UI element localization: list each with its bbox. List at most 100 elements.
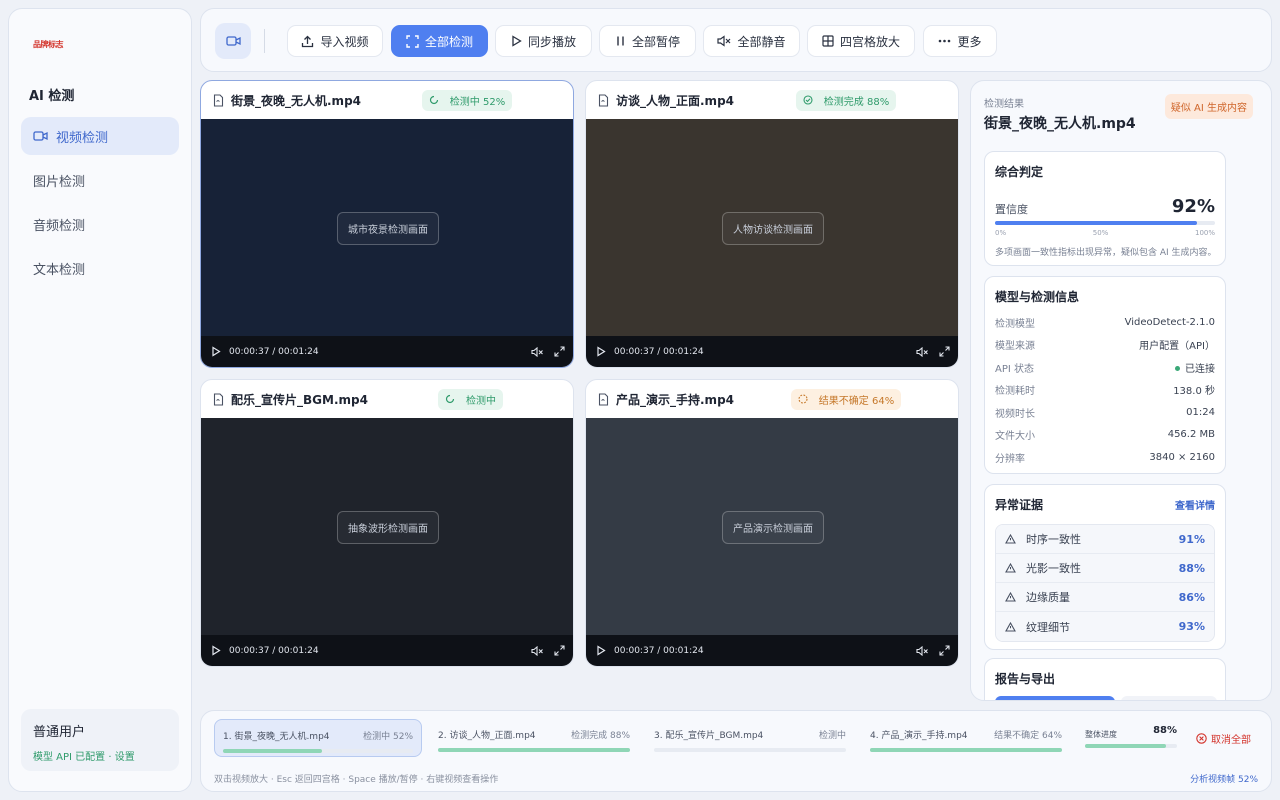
video-icon	[33, 131, 48, 141]
evidence-score: 86%	[1178, 590, 1205, 604]
fullscreen-icon[interactable]	[554, 645, 565, 656]
queue-item[interactable]: 4. 产品_演示_手持.mp4 结果不确定 64%	[862, 719, 1070, 757]
fullscreen-icon[interactable]	[554, 346, 565, 357]
play-icon[interactable]	[596, 645, 606, 656]
verdict-section: 综合判定 置信度 92% 0% 50% 100% 多项画面一致性指标出现异常，疑…	[984, 151, 1226, 266]
user-name: 普通用户	[33, 725, 86, 740]
video-status-badge: 结果不确定 64%	[790, 388, 902, 410]
more-button[interactable]: 更多	[923, 25, 997, 57]
warning-icon	[1005, 621, 1016, 632]
confidence-tick: 0%	[995, 229, 1007, 237]
overall-progress-bar	[1085, 744, 1177, 748]
video-screen-label: 产品演示检测画面	[722, 511, 824, 544]
video-controls: 00:00:37 / 00:01:24	[201, 635, 573, 666]
report-primary-button[interactable]	[995, 696, 1115, 700]
queue-item-progress-fill	[438, 748, 630, 752]
file-icon	[213, 93, 224, 107]
sidebar-item-label: 视频检测	[56, 130, 109, 146]
video-card[interactable]: 产品_演示_手持.mp4 结果不确定 64% 产品演示检测画面 00:00:37…	[585, 379, 959, 667]
sidebar-nav: 视频检测 图片检测 音频检测 文本检测	[21, 117, 179, 293]
video-status-text: 检测中 52%	[449, 96, 506, 108]
video-screen-label: 人物访谈检测画面	[722, 212, 824, 245]
evidence-row[interactable]: 纹理细节 93%	[996, 612, 1214, 641]
queue-item-progress	[870, 748, 1062, 752]
evidence-name: 纹理细节	[1026, 620, 1070, 634]
play-icon[interactable]	[596, 346, 606, 357]
video-icon	[225, 36, 241, 46]
video-screen-label: 城市夜景检测画面	[337, 212, 439, 245]
evidence-row[interactable]: 光影一致性 88%	[996, 554, 1214, 583]
sidebar-item-audio[interactable]: 音频检测	[21, 205, 179, 243]
confidence-bar	[995, 221, 1215, 225]
video-card-header: 访谈_人物_正面.mp4 检测完成 88%	[586, 81, 958, 119]
video-screen[interactable]: 抽象波形检测画面	[201, 418, 573, 637]
queue-item-name: 1. 街景_夜晚_无人机.mp4	[223, 732, 330, 742]
pause-all-label: 全部暂停	[631, 34, 680, 49]
result-label: 检测结果	[984, 99, 1024, 110]
mute-icon[interactable]	[531, 346, 544, 357]
mute-icon[interactable]	[531, 645, 544, 656]
info-value: 01:24	[1186, 406, 1215, 418]
overall-progress-label: 整体进度	[1085, 730, 1117, 739]
video-status-badge: 检测中 52%	[421, 89, 513, 111]
mute-icon[interactable]	[916, 346, 929, 357]
result-filename: 街景_夜晚_无人机.mp4	[984, 116, 1136, 132]
sidebar-item-video[interactable]: 视频检测	[21, 117, 179, 155]
fullscreen-icon[interactable]	[939, 645, 950, 656]
video-screen[interactable]: 人物访谈检测画面	[586, 119, 958, 338]
video-status-badge: 检测完成 88%	[795, 89, 897, 111]
import-video-button[interactable]: 导入视频	[287, 25, 383, 57]
evidence-name: 边缘质量	[1026, 591, 1070, 604]
queue-item[interactable]: 1. 街景_夜晚_无人机.mp4 检测中 52%	[214, 719, 422, 757]
info-key: 视频时长	[995, 408, 1035, 420]
video-mode-button[interactable]	[215, 23, 251, 59]
report-secondary-button[interactable]	[1121, 696, 1217, 700]
video-filename: 访谈_人物_正面.mp4	[616, 93, 735, 108]
video-card[interactable]: 街景_夜晚_无人机.mp4 检测中 52% 城市夜景检测画面 00:00:37 …	[200, 80, 574, 368]
video-filename: 配乐_宣传片_BGM.mp4	[231, 392, 368, 407]
queue-item-progress	[438, 748, 630, 752]
evidence-section: 异常证据 查看详情 时序一致性 91% 光影一致性 88% 边缘质量 86% 纹理细节 93%	[984, 484, 1226, 650]
queue-item[interactable]: 3. 配乐_宣传片_BGM.mp4 检测中	[646, 719, 854, 757]
report-section: 报告与导出	[984, 658, 1226, 700]
sync-play-button[interactable]: 同步播放	[495, 25, 592, 57]
mute-all-label: 全部静音	[737, 34, 786, 49]
video-status-text: 检测完成 88%	[823, 96, 890, 108]
sidebar-item-text[interactable]: 文本检测	[21, 249, 179, 287]
evidence-score: 93%	[1178, 620, 1205, 633]
mute-all-button[interactable]: 全部静音	[703, 25, 800, 57]
video-filename: 产品_演示_手持.mp4	[616, 392, 735, 407]
user-api-status[interactable]: 模型 API 已配置 · 设置	[33, 748, 167, 763]
sidebar-item-image[interactable]: 图片检测	[21, 161, 179, 199]
model-info-row: 检测耗时 138.0 秒	[995, 379, 1215, 402]
detect-all-button[interactable]: 全部检测	[391, 25, 488, 57]
evidence-row[interactable]: 时序一致性 91%	[996, 525, 1214, 554]
pause-all-button[interactable]: 全部暂停	[599, 25, 696, 57]
model-info-row: 分辨率 3840 × 2160	[995, 446, 1215, 469]
queue-item-status: 检测中	[818, 731, 846, 741]
queue-item[interactable]: 2. 访谈_人物_正面.mp4 检测完成 88%	[430, 719, 638, 757]
more-label: 更多	[957, 34, 982, 49]
fullscreen-icon[interactable]	[939, 346, 950, 357]
video-screen[interactable]: 城市夜景检测画面	[201, 119, 573, 338]
video-time: 00:00:37 / 00:01:24	[229, 346, 319, 357]
play-icon[interactable]	[211, 346, 221, 357]
evidence-row[interactable]: 边缘质量 86%	[996, 583, 1214, 612]
mute-icon[interactable]	[916, 645, 929, 656]
evidence-score: 88%	[1178, 561, 1205, 575]
grid-zoom-button[interactable]: 四宫格放大	[807, 25, 915, 57]
video-card[interactable]: 访谈_人物_正面.mp4 检测完成 88% 人物访谈检测画面 00:00:37 …	[585, 80, 959, 368]
video-card[interactable]: 配乐_宣传片_BGM.mp4 检测中 抽象波形检测画面 00:00:37 / 0…	[200, 379, 574, 667]
evidence-detail-link[interactable]: 查看详情	[1175, 497, 1215, 512]
check-circle-icon	[803, 95, 813, 105]
info-value: 138.0 秒	[1173, 386, 1215, 398]
queue-item-progress-fill	[223, 749, 322, 753]
video-time: 00:00:37 / 00:01:24	[614, 346, 704, 357]
upload-icon	[302, 35, 314, 47]
loading-icon	[445, 394, 455, 404]
queue-item-name: 4. 产品_演示_手持.mp4	[870, 731, 968, 741]
cancel-all-button[interactable]: 取消全部	[1196, 731, 1251, 746]
user-card[interactable]: 普通用户 模型 API 已配置 · 设置	[21, 709, 179, 771]
play-icon[interactable]	[211, 645, 221, 656]
video-screen[interactable]: 产品演示检测画面	[586, 418, 958, 637]
